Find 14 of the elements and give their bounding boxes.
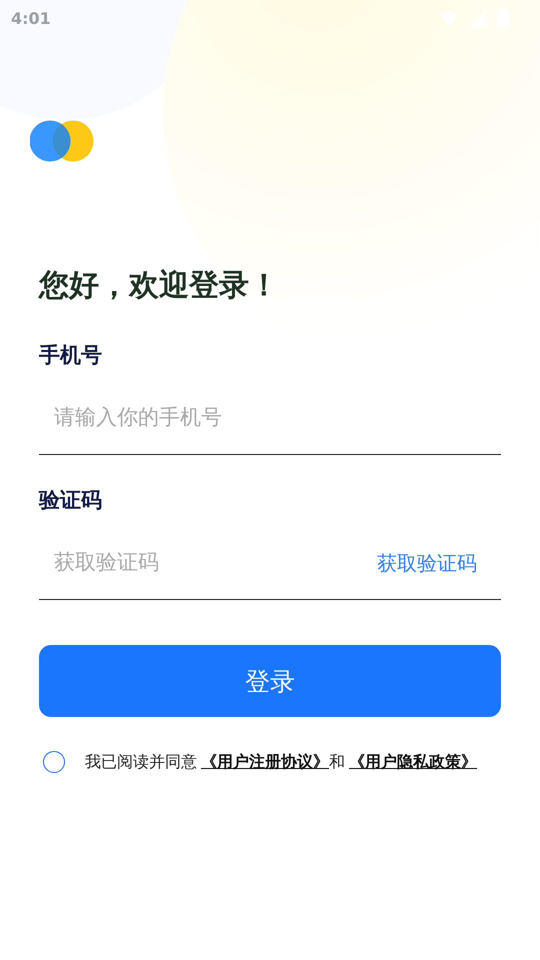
get-code-link[interactable]: 获取验证码 <box>377 550 477 576</box>
privacy-link[interactable]: 《用户隐私政策》 <box>345 752 477 770</box>
agreement-text: 和 <box>329 752 345 770</box>
field-label: 验证码 <box>39 487 103 514</box>
login-button[interactable]: 登录 <box>39 645 501 717</box>
agreement-checkbox[interactable] <box>43 751 65 773</box>
status-time: 4:01 <box>11 8 51 28</box>
agreement-link[interactable]: 《用户注册协议》 <box>197 752 329 770</box>
field-label: 手机号 <box>39 342 103 369</box>
greeting-heading: 您好，欢迎登录！ <box>39 267 280 305</box>
phone-input-field[interactable]: 请输入你的手机号 <box>39 406 501 430</box>
code-input-field[interactable]: 获取验证码 <box>39 551 377 575</box>
logo-icon <box>30 120 94 162</box>
agreement-text: 我已阅读并同意 <box>85 752 197 770</box>
